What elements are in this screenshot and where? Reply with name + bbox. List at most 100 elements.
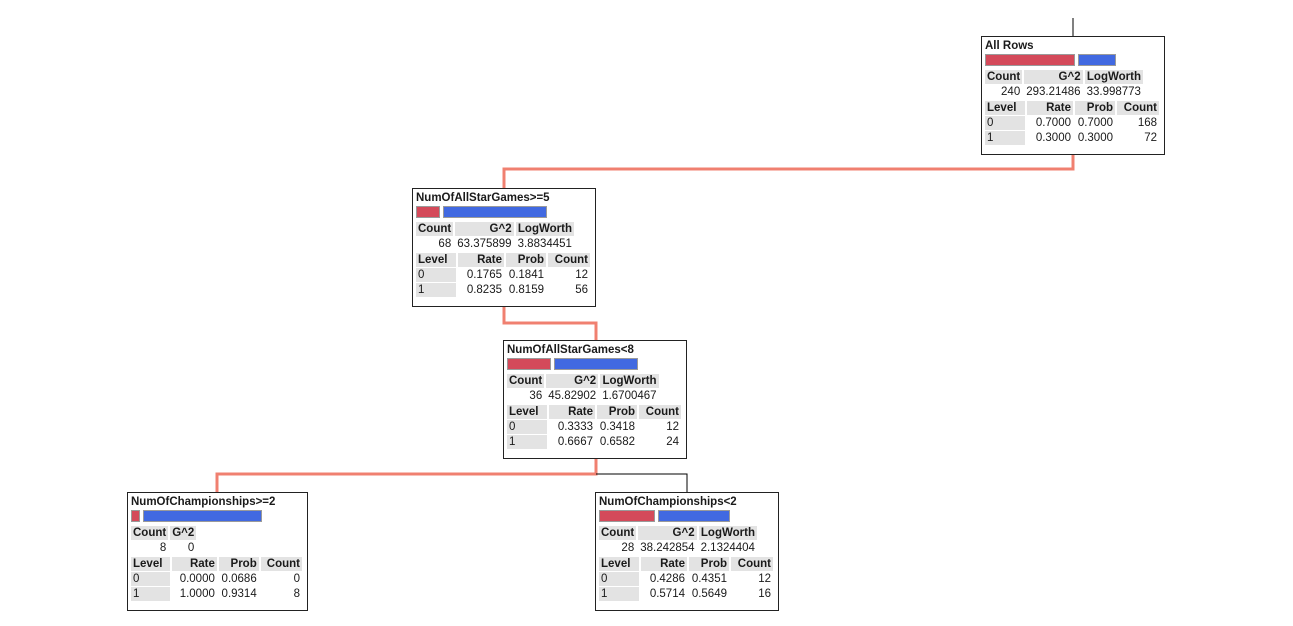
probability-bars: [131, 510, 304, 523]
probability-bars: [416, 206, 592, 219]
node-all-rows[interactable]: All Rows Count G^2 LogWorth 240 293.21486 33.…: [981, 36, 1165, 155]
level-header: Count: [260, 557, 302, 571]
level-header: Prob: [1075, 101, 1115, 115]
stats-value: 8: [159, 542, 167, 554]
level-1-bar: [442, 206, 548, 218]
node-champ-lt2[interactable]: NumOfChampionships<2 Count G^2 LogWorth 28 3…: [595, 492, 779, 611]
level-header: Rate: [458, 253, 504, 267]
prob-cell: 0.8159: [508, 284, 544, 296]
level-header: Level: [416, 253, 456, 267]
level-table: Level Rate Prob Count 0 0.1765 0.1841 12 1 …: [414, 252, 592, 298]
stats-value: 63.375899: [457, 238, 512, 250]
stats-header: LogWorth: [698, 526, 757, 540]
split-line-allstar-lt8-to-champ-ge2: [215, 458, 598, 492]
stats-value: 0: [187, 542, 195, 554]
count-cell: 8: [293, 588, 300, 600]
stats-value: 28: [621, 542, 635, 554]
probability-bars: [599, 510, 775, 523]
stats-header: Count: [599, 526, 637, 540]
stats-value: 3.8834451: [517, 238, 572, 250]
node-champ-ge2[interactable]: NumOfChampionships>=2 Count G^2 8 0 Level Rat…: [127, 492, 308, 611]
stats-value: 2.1324404: [700, 542, 755, 554]
level-1-bar: [142, 510, 263, 522]
level-row: 1 1.0000 0.9314 8: [131, 587, 302, 601]
level-0-bar: [985, 54, 1075, 66]
stats-value: 36: [529, 390, 543, 402]
level-header: Count: [731, 557, 773, 571]
level-header: Rate: [1027, 101, 1073, 115]
level-table: Level Rate Prob Count 0 0.7000 0.7000 168 1…: [983, 100, 1161, 146]
level-cell: 0: [416, 268, 456, 282]
level-row: 0 0.4286 0.4351 12: [599, 572, 773, 586]
level-cell: 1: [599, 587, 639, 601]
node-allstar-ge5[interactable]: NumOfAllStarGames>=5 Count G^2 LogWorth 68 6…: [412, 188, 596, 307]
level-cell: 1: [985, 131, 1025, 145]
level-header: Level: [507, 405, 547, 419]
level-header: Rate: [171, 557, 217, 571]
stats-header: LogWorth: [515, 222, 574, 236]
rate-cell: 0.3333: [557, 421, 593, 433]
level-cell: 1: [416, 283, 456, 297]
rate-cell: 1.0000: [179, 588, 215, 600]
rate-cell: 0.3000: [1035, 132, 1071, 144]
level-cell: 1: [507, 435, 547, 449]
stats-value: 38.242854: [640, 542, 695, 554]
prob-cell: 0.5649: [691, 588, 727, 600]
stats-value: 293.21486: [1026, 86, 1081, 98]
stats-header: LogWorth: [1084, 70, 1143, 84]
prob-cell: 0.3418: [599, 421, 635, 433]
level-header: Level: [131, 557, 170, 571]
count-cell: 0: [293, 573, 300, 585]
stats-value: 68: [438, 238, 452, 250]
level-cell: 0: [507, 420, 547, 434]
rate-cell: 0.5714: [649, 588, 685, 600]
node-title: NumOfAllStarGames<8: [507, 344, 634, 356]
level-table: Level Rate Prob Count 0 0.3333 0.3418 12 1 …: [505, 404, 683, 450]
level-cell: 0: [131, 572, 170, 586]
count-cell: 12: [666, 421, 679, 433]
level-header: Prob: [506, 253, 546, 267]
stats-header: G^2: [455, 222, 514, 236]
stats-header: Count: [131, 526, 169, 540]
node-title: NumOfAllStarGames>=5: [416, 192, 550, 204]
level-table: Level Rate Prob Count 0 0.0000 0.0686 0 1 1…: [129, 556, 304, 602]
level-cell: 1: [131, 587, 170, 601]
level-row: 0 0.0000 0.0686 0: [131, 572, 302, 586]
count-cell: 12: [575, 269, 588, 281]
split-stats-table: Count G^2 LogWorth 36 45.82902 1.6700467: [505, 373, 661, 404]
level-header: Level: [985, 101, 1025, 115]
level-header: Rate: [549, 405, 595, 419]
stats-header: Count: [416, 222, 454, 236]
stats-value: 45.82902: [548, 390, 597, 402]
level-header: Prob: [218, 557, 259, 571]
prob-cell: 0.0686: [221, 573, 257, 585]
stats-header: G^2: [170, 526, 197, 540]
probability-bars: [985, 54, 1161, 67]
level-header: Prob: [597, 405, 637, 419]
node-allstar-lt8[interactable]: NumOfAllStarGames<8 Count G^2 LogWorth 36 45…: [503, 340, 687, 459]
level-0-bar: [416, 206, 440, 218]
stats-header: Count: [507, 374, 545, 388]
rate-cell: 0.0000: [179, 573, 215, 585]
level-row: 1 0.3000 0.3000 72: [985, 131, 1159, 145]
count-cell: 72: [1144, 132, 1157, 144]
prob-cell: 0.9314: [221, 588, 257, 600]
level-header: Count: [548, 253, 590, 267]
level-row: 1 0.8235 0.8159 56: [416, 283, 590, 297]
level-row: 0 0.1765 0.1841 12: [416, 268, 590, 282]
rate-cell: 0.4286: [649, 573, 685, 585]
level-header: Rate: [641, 557, 687, 571]
probability-bars: [507, 358, 683, 371]
prob-cell: 0.7000: [1077, 117, 1113, 129]
prob-cell: 0.1841: [508, 269, 544, 281]
stats-value: 1.6700467: [602, 390, 657, 402]
prob-cell: 0.3000: [1077, 132, 1113, 144]
count-cell: 168: [1137, 117, 1157, 129]
count-cell: 56: [575, 284, 588, 296]
split-stats-table: Count G^2 LogWorth 68 63.375899 3.8834451: [414, 221, 576, 252]
count-cell: 24: [666, 436, 679, 448]
level-1-bar: [657, 510, 731, 522]
level-cell: 0: [985, 116, 1025, 130]
stats-header: G^2: [1024, 70, 1083, 84]
node-title: NumOfChampionships>=2: [131, 496, 276, 508]
